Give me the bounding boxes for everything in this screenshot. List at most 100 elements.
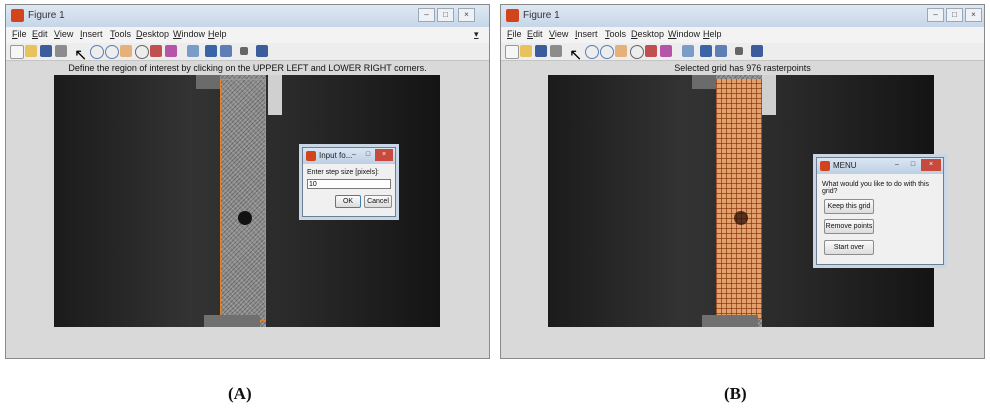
save-icon[interactable] [40,45,52,57]
remove-points-button[interactable]: Remove points [824,219,874,234]
menu-edit[interactable]: Edit [527,29,543,39]
hide-tools-icon[interactable] [240,47,248,55]
toolbar: ↖ [6,43,489,64]
menu-view[interactable]: View [549,29,568,39]
cancel-button[interactable]: Cancel [364,195,392,208]
fixture-bracket [762,75,776,115]
pan-icon[interactable] [120,45,132,57]
minimize-icon[interactable]: – [927,8,944,22]
grid-question: What would you like to do with this grid… [822,181,929,195]
menu-tools[interactable]: Tools [110,29,131,39]
brush-icon[interactable] [660,45,672,57]
rotate-icon[interactable] [630,45,644,59]
hide-tools-icon[interactable] [735,47,743,55]
step-size-prompt: Enter step size [pixels]: [307,169,379,176]
close-icon[interactable]: × [965,8,982,22]
title-bar: Figure 1 – □ × [501,5,984,28]
menu-file[interactable]: File [12,29,27,39]
toolbar: ↖ [501,43,984,64]
grid-menu-dialog: MENU – □ × What would you like to do wit… [816,157,944,265]
show-tools-icon[interactable] [751,45,763,57]
link-icon[interactable] [682,45,694,57]
figure-window-a: Figure 1 – □ × File Edit View Insert Too… [5,4,490,359]
roi-rectangle [220,79,266,321]
link-icon[interactable] [187,45,199,57]
maximize-icon[interactable]: □ [905,159,921,171]
lower-grip [702,315,758,327]
menu-edit[interactable]: Edit [32,29,48,39]
open-icon[interactable] [25,45,37,57]
figure-window-b: Figure 1 – □ × File Edit View Insert Too… [500,4,985,359]
matlab-icon [11,9,24,22]
specimen-image[interactable]: MENU – □ × What would you like to do wit… [548,75,944,327]
dialog-title-bar: Input fo... – □ × [303,148,395,164]
plot-title: Define the region of interest by clickin… [68,63,427,73]
caption-a: (A) [228,384,252,403]
minimize-icon[interactable]: – [347,149,361,161]
close-icon[interactable]: × [921,159,941,171]
specimen-hole [238,211,252,225]
menu-window[interactable]: Window [173,29,205,39]
new-figure-icon[interactable] [505,45,519,59]
data-cursor-icon[interactable] [645,45,657,57]
pan-icon[interactable] [615,45,627,57]
close-icon[interactable]: × [375,149,393,161]
brush-icon[interactable] [165,45,177,57]
start-over-button[interactable]: Start over [824,240,874,255]
matlab-icon [506,9,519,22]
show-tools-icon[interactable] [256,45,268,57]
menu-bar: File Edit View Insert Tools Desktop Wind… [6,27,489,43]
matlab-icon [306,151,316,161]
title-bar: Figure 1 – □ × [6,5,489,28]
close-icon[interactable]: × [458,8,475,22]
raster-grid [716,79,762,319]
menu-file[interactable]: File [507,29,522,39]
dialog-title-bar: MENU – □ × [817,158,943,174]
maximize-icon[interactable]: □ [361,149,375,161]
keep-grid-button[interactable]: Keep this grid [824,199,874,214]
zoom-in-icon[interactable] [585,45,599,59]
step-size-input[interactable]: 10 [307,179,391,189]
zoom-out-icon[interactable] [600,45,614,59]
print-icon[interactable] [55,45,67,57]
window-title: Figure 1 [28,10,65,21]
caption-b: (B) [724,384,747,403]
zoom-out-icon[interactable] [105,45,119,59]
colorbar-icon[interactable] [700,45,712,57]
pointer-icon[interactable]: ↖ [569,45,582,64]
maximize-icon[interactable]: □ [437,8,454,22]
menu-desktop[interactable]: Desktop [631,29,664,39]
data-cursor-icon[interactable] [150,45,162,57]
menu-dock-arrow-icon[interactable]: ▾ [474,29,479,40]
specimen-image[interactable]: Input fo... – □ × Enter step size [pixel… [54,75,440,327]
open-icon[interactable] [520,45,532,57]
rotate-icon[interactable] [135,45,149,59]
zoom-in-icon[interactable] [90,45,104,59]
new-figure-icon[interactable] [10,45,24,59]
minimize-icon[interactable]: – [418,8,435,22]
menu-bar: File Edit View Insert Tools Desktop Wind… [501,27,984,43]
ok-button[interactable]: OK [335,195,361,208]
window-title: Figure 1 [523,10,560,21]
menu-insert[interactable]: Insert [575,29,598,39]
specimen-hole [734,211,748,225]
legend-icon[interactable] [220,45,232,57]
step-size-dialog: Input fo... – □ × Enter step size [pixel… [302,147,396,217]
save-icon[interactable] [535,45,547,57]
menu-help[interactable]: Help [208,29,227,39]
colorbar-icon[interactable] [205,45,217,57]
pointer-icon[interactable]: ↖ [74,45,87,64]
menu-window[interactable]: Window [668,29,700,39]
menu-tools[interactable]: Tools [605,29,626,39]
minimize-icon[interactable]: – [889,159,905,171]
menu-view[interactable]: View [54,29,73,39]
matlab-icon [820,161,830,171]
menu-help[interactable]: Help [703,29,722,39]
legend-icon[interactable] [715,45,727,57]
menu-insert[interactable]: Insert [80,29,103,39]
fixture-bracket [268,75,282,115]
maximize-icon[interactable]: □ [946,8,963,22]
menu-desktop[interactable]: Desktop [136,29,169,39]
print-icon[interactable] [550,45,562,57]
plot-title: Selected grid has 976 rasterpoints [674,63,811,73]
